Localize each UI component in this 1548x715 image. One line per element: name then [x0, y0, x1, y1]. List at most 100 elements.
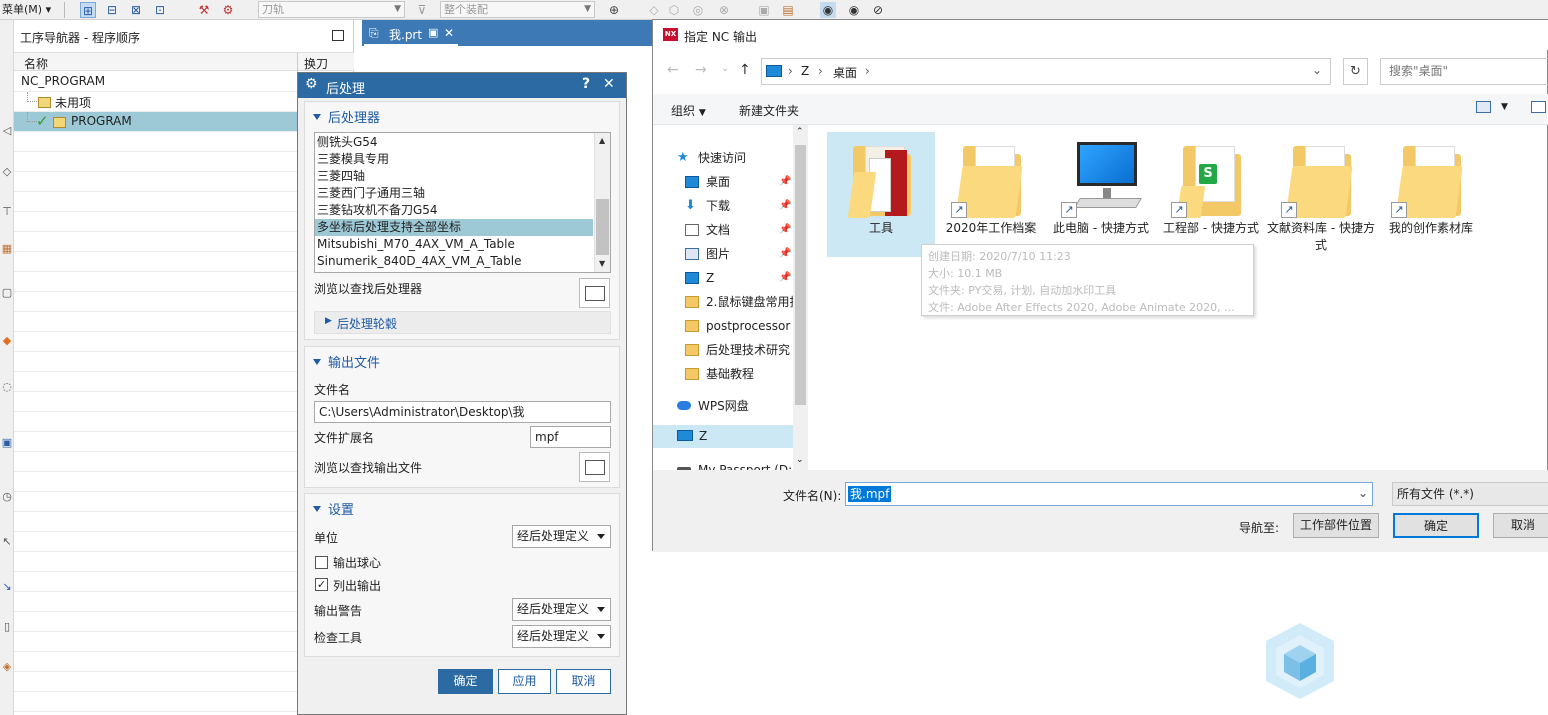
organize-button[interactable]: 组织 ▼ [671, 102, 706, 119]
maximize-icon[interactable] [332, 30, 344, 41]
navigator-tab-icon[interactable]: ◁ [1, 124, 13, 138]
filename-input[interactable]: 我.mpf ⌄ [845, 482, 1373, 506]
assembly-select[interactable]: 整个装配 ▼ [440, 1, 595, 18]
sidebar-item[interactable]: 图片 [685, 244, 730, 264]
list-scrollbar[interactable]: ▲ ▼ [594, 133, 610, 272]
misc-tab-icon[interactable]: ◈ [1, 660, 13, 674]
postprocessor-item[interactable]: 三菱四轴 [317, 168, 365, 185]
file-item-this-pc[interactable]: ↗ 此电脑 - 快捷方式 [1047, 132, 1155, 257]
address-dropdown-icon[interactable]: ⌄ [1312, 63, 1322, 77]
file-item-creative[interactable]: ↗ 我的创作素材库 [1377, 132, 1485, 257]
sidebar-item[interactable]: 后处理技术研究 [685, 340, 790, 360]
column-name-header[interactable]: 名称 [24, 55, 48, 72]
postprocessor-item[interactable]: 侧铣头G54 [317, 134, 378, 151]
unit-select[interactable]: 经后处理定义 [512, 525, 611, 548]
browse-output-button[interactable] [579, 452, 610, 482]
filter-icon[interactable]: ⊽ [414, 2, 430, 18]
tool-tab-icon[interactable]: ▦ [1, 242, 13, 256]
output-filename-field[interactable]: C:\Users\Administrator\Desktop\我 [314, 401, 611, 423]
nav-scrollbar[interactable]: ⌃ ⌄ [793, 125, 808, 470]
postprocessor-item[interactable]: 三菱钻攻机不备刀G54 [317, 202, 438, 219]
part-tab-icon[interactable]: ⊤ [1, 205, 13, 219]
sidebar-item[interactable]: 文档 [685, 220, 730, 240]
post-contour-row[interactable]: ▶ 后处理轮毂 [314, 311, 611, 334]
filetype-select[interactable]: 所有文件 (*.*) [1392, 482, 1548, 506]
point-icon[interactable]: ◇ [646, 2, 662, 18]
sidebar-item[interactable]: ⬇ 下载 [685, 196, 730, 216]
machine-tool-view-icon[interactable]: ⊟ [104, 2, 120, 18]
postprocessor-item[interactable]: 多坐标后处理支持全部坐标 [315, 219, 593, 236]
hexagon-icon[interactable]: ⬡ [666, 2, 682, 18]
arrow-tab-icon[interactable]: ↘ [1, 580, 13, 594]
cancel-button[interactable]: 取消 [556, 669, 611, 694]
work-part-location-button[interactable]: 工作部件位置 [1293, 513, 1379, 538]
close-tab-icon[interactable]: ✕ [444, 26, 454, 40]
box-icon[interactable]: ▤ [780, 2, 796, 18]
forward-arrow-icon[interactable]: → [695, 62, 707, 78]
sidebar-item[interactable]: postprocessor [685, 316, 790, 336]
history-tab-icon[interactable]: ▢ [1, 286, 13, 300]
file-item-2020[interactable]: ↗ 2020年工作档案 [937, 132, 1045, 257]
display-tool-icon[interactable]: ⚒ [196, 2, 212, 18]
check-tool-select[interactable]: 经后处理定义 [512, 625, 611, 648]
arc-icon[interactable]: ⊗ [716, 2, 732, 18]
browse-post-button[interactable] [579, 278, 610, 308]
sidebar-item[interactable]: 基础教程 [685, 364, 754, 384]
eye-icon[interactable]: ◉ [846, 2, 862, 18]
sidebar-item[interactable]: 2.鼠标键盘常用指 [685, 292, 801, 312]
sidebar-item[interactable]: Z [685, 268, 714, 288]
file-cancel-button[interactable]: 取消 [1493, 513, 1548, 538]
nav-wps-drive[interactable]: WPS网盘 [677, 396, 749, 416]
solid-icon[interactable]: ▣ [756, 2, 772, 18]
breadcrumb-desktop[interactable]: 桌面 [833, 64, 857, 81]
method-view-icon[interactable]: ⊡ [152, 2, 168, 18]
list-output-checkbox[interactable]: ✓ [315, 578, 328, 591]
sidebar-item[interactable]: 桌面 [685, 172, 730, 192]
view-icon[interactable] [1476, 101, 1491, 113]
clock-tab-icon[interactable]: ◷ [1, 490, 13, 504]
geometry-view-icon[interactable]: ⊠ [128, 2, 144, 18]
web-tab-icon[interactable]: ◌ [1, 380, 13, 394]
menu-button[interactable]: 菜单(M) ▾ [2, 1, 51, 18]
section-header-settings[interactable]: 设置 [313, 499, 354, 518]
snap-icon[interactable]: ⊕ [606, 2, 622, 18]
up-arrow-icon[interactable]: ↑ [739, 62, 751, 78]
refresh-button[interactable]: ↻ [1343, 58, 1368, 85]
palette-tab-icon[interactable]: ▣ [1, 436, 13, 450]
new-folder-button[interactable]: 新建文件夹 [739, 102, 799, 119]
breadcrumb-z[interactable]: Z [801, 64, 809, 78]
roles-tab-icon[interactable]: ◆ [1, 334, 13, 348]
file-ok-button[interactable]: 确定 [1393, 513, 1479, 538]
apply-button[interactable]: 应用 [498, 669, 551, 694]
layer-tab-icon[interactable]: ◇ [1, 165, 13, 179]
program-order-view-icon[interactable]: ⊞ [80, 2, 96, 18]
file-item-library[interactable]: ↗ 文献资料库 - 快捷方式 [1267, 132, 1375, 257]
tree-row-program[interactable]: ✓ PROGRAM [14, 112, 297, 132]
back-arrow-icon[interactable]: ← [667, 62, 679, 78]
ok-button[interactable]: 确定 [438, 669, 493, 694]
section-header-output[interactable]: 输出文件 [313, 352, 380, 371]
preview-pane-icon[interactable] [1531, 101, 1546, 113]
file-item-engineering[interactable]: S ↗ 工程部 - 快捷方式 [1157, 132, 1265, 257]
eye-filter-icon[interactable]: ◉ [820, 2, 836, 18]
view-dropdown-icon[interactable]: ▼ [1501, 102, 1508, 112]
postprocessor-item[interactable]: 三菱西门子通用三轴 [317, 185, 425, 202]
pointer-tab-icon[interactable]: ↖ [1, 535, 13, 549]
column-tool-header[interactable]: 换刀 [304, 55, 328, 72]
doc-tab-icon[interactable]: ▯ [1, 620, 13, 634]
curve-icon[interactable]: ◎ [690, 2, 706, 18]
output-ball-checkbox[interactable] [315, 556, 328, 569]
eye-off-icon[interactable]: ⊘ [870, 2, 886, 18]
help-icon[interactable]: ? [582, 76, 590, 92]
section-header-postprocessor[interactable]: 后处理器 [313, 107, 380, 126]
search-input[interactable]: 搜索"桌面" [1380, 58, 1548, 85]
postprocessor-item[interactable]: Sinumerik_840D_4AX_VM_A_Table [317, 253, 521, 270]
display-path-icon[interactable]: ⚙ [220, 2, 236, 18]
close-icon[interactable]: ✕ [603, 76, 615, 92]
nav-quick-access[interactable]: ★ 快速访问 [677, 148, 746, 168]
tab-part-file[interactable]: ⎘ 我.prt ▣ ✕ [364, 23, 458, 46]
file-item-tools[interactable]: 工具 [827, 132, 935, 257]
nav-z-drive[interactable]: Z [653, 425, 793, 448]
postprocessor-list[interactable]: 侧铣头G54 三菱模具专用 三菱四轴 三菱西门子通用三轴 三菱钻攻机不备刀G54 多坐标后… [314, 132, 611, 273]
postprocessor-item[interactable]: 三菱模具专用 [317, 151, 389, 168]
